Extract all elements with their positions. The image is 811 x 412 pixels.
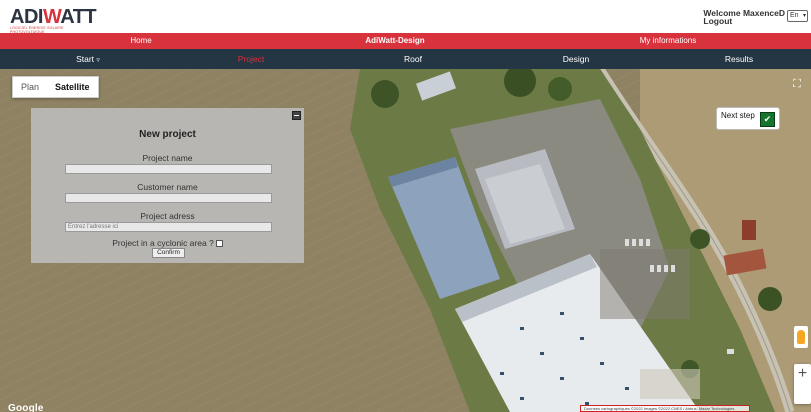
checkmark-icon[interactable]: ✔ [760,112,775,127]
nav-results[interactable]: Results [725,49,753,69]
nav-start-menu[interactable]: Start ▿ [76,49,100,69]
project-address-label: Project adress [140,211,195,221]
zoom-control: + [794,364,811,404]
customer-name-field[interactable] [65,193,272,203]
next-step-label: Next step [721,111,755,120]
nav-project[interactable]: Project [238,49,264,69]
nav-adiwatt-design[interactable]: AdiWatt-Design [365,33,424,49]
google-logo[interactable]: Google [8,403,44,412]
cyclonic-area-label: Project in a cyclonic area ? [112,238,214,248]
project-address-field[interactable]: Entrez l'adresse ici [65,222,272,232]
nav-roof[interactable]: Roof [404,49,422,69]
fullscreen-icon[interactable]: ⛶ [789,76,805,92]
adiwatt-logo[interactable]: ADIWATT LOGICIEL ÉNERGIE SOLAIRE PHOTOVO… [10,6,97,34]
panel-title: New project [139,129,196,140]
next-step-button[interactable]: Next step ✔ [716,107,780,130]
top-nav: Home AdiWatt-Design My informations [0,33,811,49]
user-greeting: Welcome MaxenceD Logout [703,9,785,26]
customer-name-label: Customer name [137,182,198,192]
nav-my-informations[interactable]: My informations [640,33,696,49]
zoom-in-button[interactable]: + [794,366,811,382]
map-type-plan[interactable]: Plan [13,77,47,97]
street-view-pegman-icon[interactable] [794,326,808,348]
language-select[interactable]: En ▾ [787,10,808,22]
workflow-nav: Start ▿ Project Roof Design Results [0,49,811,69]
nav-home[interactable]: Home [130,33,151,49]
chevron-down-icon: ▾ [802,13,806,19]
map-attribution[interactable]: Données cartographiques ©2022 Images ©20… [580,405,750,412]
cyclonic-area-row: Project in a cyclonic area ? [31,238,304,248]
confirm-button[interactable]: Confirm [152,248,185,258]
project-name-label: Project name [142,153,193,163]
minimize-icon[interactable] [292,111,301,120]
logo-wordmark: ADIWATT [10,6,97,28]
map-type-control: Plan Satellite [12,76,99,98]
map-type-satellite[interactable]: Satellite [47,77,98,97]
nav-design[interactable]: Design [563,49,589,69]
app-header: ADIWATT LOGICIEL ÉNERGIE SOLAIRE PHOTOVO… [0,0,811,34]
cyclonic-area-checkbox[interactable] [215,240,223,247]
triangle-down-icon: ▿ [96,57,100,64]
project-name-field[interactable] [65,164,272,174]
new-project-panel: New project Project name Customer name P… [31,108,304,263]
logout-link[interactable]: Logout [703,17,785,26]
